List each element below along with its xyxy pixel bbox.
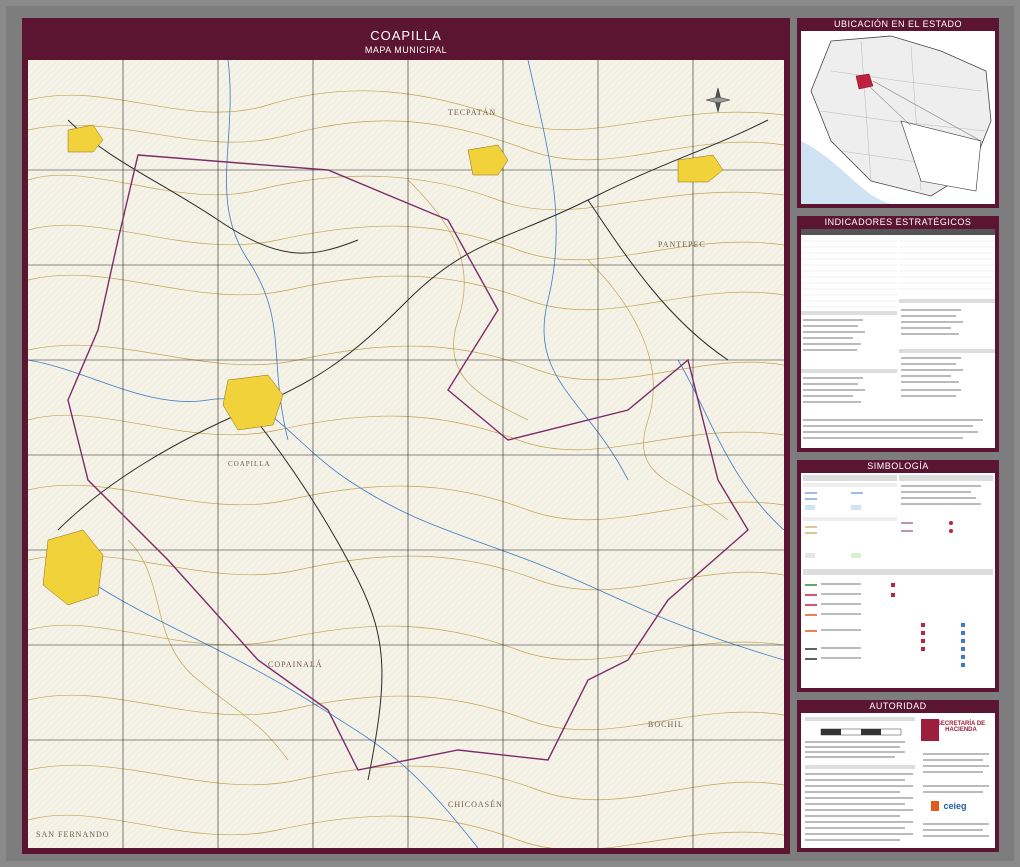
brand-ceieg: ceieg: [943, 801, 967, 811]
place-label: PANTEPEC: [658, 240, 706, 249]
indicators-panel: INDICADORES ESTRATÉGICOS: [797, 216, 999, 452]
map-svg: [28, 60, 784, 848]
location-panel: UBICACIÓN EN EL ESTADO: [797, 18, 999, 208]
legend: [801, 473, 995, 688]
place-label: COPAINALÁ: [268, 660, 323, 669]
symbology-panel: SIMBOLOGÍA: [797, 460, 999, 692]
symbology-title: SIMBOLOGÍA: [867, 461, 929, 471]
location-title: UBICACIÓN EN EL ESTADO: [833, 19, 963, 29]
map-title: COAPILLA: [370, 28, 442, 43]
topographic-map[interactable]: TECPATÁN COAPILLA PANTEPEC COPAINALÁ BOC…: [28, 60, 784, 848]
location-map: [801, 31, 995, 204]
place-label: TECPATÁN: [448, 108, 497, 117]
place-label: SAN FERNANDO: [36, 830, 110, 839]
indicators-svg: [801, 229, 995, 448]
state-map-svg: [801, 31, 995, 204]
map-frame: COAPILLA MAPA MUNICIPAL TECPATÁN COAPILL…: [22, 18, 790, 854]
map-header: COAPILLA MAPA MUNICIPAL: [22, 18, 790, 60]
authority-title: AUTORIDAD: [869, 701, 927, 711]
place-label: BOCHIL: [648, 720, 684, 729]
authority-panel: AUTORIDAD SECRETARÍA DE HACIENDA ceieg: [797, 700, 999, 852]
legend-svg: [801, 473, 995, 688]
brand-secretaria: SECRETARÍA DE HACIENDA: [936, 721, 986, 733]
place-label: COAPILLA: [228, 460, 271, 468]
map-subtitle: MAPA MUNICIPAL: [364, 45, 448, 55]
indicators-table: [801, 229, 995, 448]
indicators-title: INDICADORES ESTRATÉGICOS: [824, 217, 972, 227]
authority-svg: [801, 713, 995, 848]
place-label: CHICOASÉN: [448, 800, 503, 809]
authority-block: SECRETARÍA DE HACIENDA ceieg: [801, 713, 995, 848]
